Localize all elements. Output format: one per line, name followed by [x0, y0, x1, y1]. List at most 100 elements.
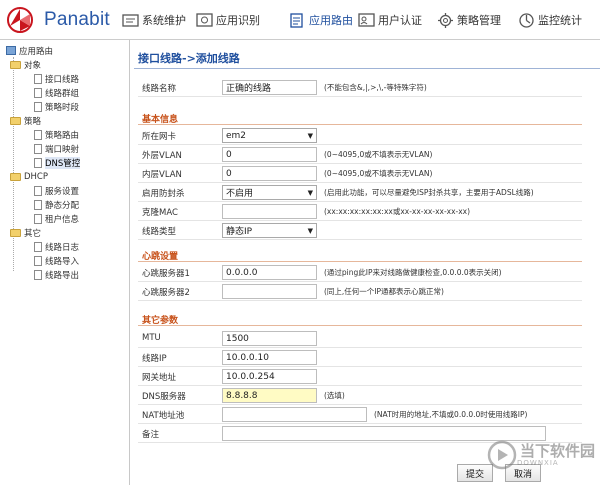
line-ip-input[interactable] [222, 350, 317, 365]
tree-group-policy[interactable]: 策略 [10, 114, 41, 127]
line-type-select[interactable]: 静态IP ▼ [222, 223, 317, 238]
policy-manage-icon [438, 12, 453, 28]
title-divider [134, 68, 600, 69]
anti-share-select[interactable]: 不启用 ▼ [222, 185, 317, 200]
dns-server-input[interactable] [222, 388, 317, 403]
nav-label: 用户认证 [378, 14, 422, 27]
tree-group-label: DHCP [24, 171, 48, 182]
tree-item-line-log[interactable]: 线路日志 [34, 240, 79, 253]
field-label: 所在网卡 [142, 132, 177, 142]
nav-label: 应用路由 [309, 14, 353, 27]
tree-item-line-groups[interactable]: 线路群组 [34, 86, 79, 99]
folder-icon [10, 116, 21, 125]
field-label: NAT地址池 [142, 411, 185, 421]
tree-item-label: 静态分配 [45, 200, 80, 211]
tree-item-label: 租户信息 [45, 214, 80, 225]
watermark-subtext: DOWNXIA [517, 459, 559, 467]
folder-icon [10, 60, 21, 69]
sidebar-tree: 应用路由 对象 接口线路 线路群组 策略时段 策略 策略路由 端口映射 DNS管… [0, 40, 130, 485]
document-icon [34, 213, 42, 224]
document-icon [34, 269, 42, 280]
nav-label: 应用识别 [216, 14, 260, 27]
field-label: DNS服务器 [142, 392, 186, 402]
tree-group-dhcp[interactable]: DHCP [10, 170, 48, 183]
tree-item-dns-control[interactable]: DNS管控 [34, 156, 81, 169]
clone-mac-row: 克隆MAC (xx:xx:xx:xx:xx:xx或xx-xx-xx-xx-xx-… [138, 202, 582, 221]
folder-icon [10, 172, 21, 181]
tree-group-label: 对象 [24, 60, 42, 71]
dropdown-arrow-icon: ▼ [307, 131, 313, 140]
tree-item-static-assign[interactable]: 静态分配 [34, 198, 79, 211]
tree-item-service-settings[interactable]: 服务设置 [34, 184, 79, 197]
field-label: 心跳服务器2 [142, 288, 190, 298]
field-label: MTU [142, 333, 161, 343]
outer-vlan-input[interactable] [222, 147, 317, 162]
tree-item-port-mapping[interactable]: 端口映射 [34, 142, 79, 155]
tree-item-label: 接口线路 [45, 74, 80, 85]
nat-pool-input[interactable] [222, 407, 367, 422]
line-name-input[interactable] [222, 80, 317, 95]
tree-item-line-export[interactable]: 线路导出 [34, 268, 79, 281]
mtu-input[interactable] [222, 331, 317, 346]
nav-app-identify[interactable]: 应用识别 [196, 9, 260, 31]
document-icon [34, 73, 42, 84]
nav-system-maintenance[interactable]: 系统维护 [122, 9, 186, 31]
hb-server1-row: 心跳服务器1 (通过ping此IP来对线路做健康检查,0.0.0.0表示关闭) [138, 263, 582, 282]
tree-item-label: 端口映射 [45, 144, 80, 155]
tree-root-label: 应用路由 [19, 46, 54, 57]
remark-input[interactable] [222, 426, 546, 441]
field-label: 线路IP [142, 354, 167, 364]
computer-icon [6, 46, 16, 55]
document-icon [34, 241, 42, 252]
nic-row: 所在网卡 em2 ▼ [138, 126, 582, 145]
tree-item-interface-lines[interactable]: 接口线路 [34, 72, 79, 85]
line-ip-row: 线路IP [138, 348, 582, 367]
nav-user-auth[interactable]: 用户认证 [358, 9, 422, 31]
hb-server2-input[interactable] [222, 284, 317, 299]
select-value: em2 [226, 130, 247, 141]
select-value: 不启用 [226, 189, 254, 199]
line-name-row: 线路名称 (不能包含&,|,>,\,-等特殊字符) [138, 78, 582, 97]
nic-select[interactable]: em2 ▼ [222, 128, 317, 143]
gateway-row: 网关地址 [138, 367, 582, 386]
field-hint: (xx:xx:xx:xx:xx:xx或xx-xx-xx-xx-xx-xx) [324, 207, 471, 216]
nav-label: 系统维护 [142, 14, 186, 27]
tree-item-lease-info[interactable]: 租户信息 [34, 212, 79, 225]
inner-vlan-input[interactable] [222, 166, 317, 181]
nat-pool-row: NAT地址池 (NAT时用的地址,不填或0.0.0.0时使用线路IP) [138, 405, 582, 424]
tree-item-label: 策略路由 [45, 130, 80, 141]
tree-item-policy-periods[interactable]: 策略时段 [34, 100, 79, 113]
tree-root-app-routing[interactable]: 应用路由 [6, 44, 53, 57]
nav-app-routing[interactable]: 应用路由 [289, 9, 353, 31]
section-divider [138, 124, 582, 125]
document-icon [34, 199, 42, 210]
field-hint: (通过ping此IP来对线路做健康检查,0.0.0.0表示关闭) [324, 268, 502, 277]
monitor-stats-icon [519, 12, 534, 28]
tree-item-policy-routing[interactable]: 策略路由 [34, 128, 79, 141]
main-content: 接口线路->添加线路 线路名称 (不能包含&,|,>,\,-等特殊字符) 基本信… [134, 40, 600, 485]
system-maintenance-icon [122, 13, 139, 27]
mtu-row: MTU [138, 329, 582, 348]
tree-item-line-import[interactable]: 线路导入 [34, 254, 79, 267]
field-hint: (选填) [324, 391, 345, 400]
field-label: 线路类型 [142, 227, 177, 237]
section-divider [138, 325, 582, 326]
clone-mac-input[interactable] [222, 204, 317, 219]
panabit-logo: Panabit [6, 6, 110, 34]
hb-server1-input[interactable] [222, 265, 317, 280]
nav-monitor-stats[interactable]: 监控统计 [518, 9, 582, 31]
app-routing-icon [290, 12, 303, 28]
tree-item-label: DNS管控 [45, 156, 81, 169]
watermark: 当下软件园 DOWNXIA [487, 440, 595, 470]
field-label: 外层VLAN [142, 151, 182, 161]
field-label: 心跳服务器1 [142, 269, 190, 279]
field-label: 内层VLAN [142, 170, 182, 180]
gateway-input[interactable] [222, 369, 317, 384]
nav-policy-manage[interactable]: 策略管理 [437, 9, 501, 31]
nav-label: 监控统计 [538, 14, 582, 27]
tree-group-object[interactable]: 对象 [10, 58, 41, 71]
tree-item-label: 线路群组 [45, 88, 80, 99]
field-label: 克隆MAC [142, 208, 178, 218]
tree-group-other[interactable]: 其它 [10, 226, 41, 239]
dns-server-row: DNS服务器 (选填) [138, 386, 582, 405]
